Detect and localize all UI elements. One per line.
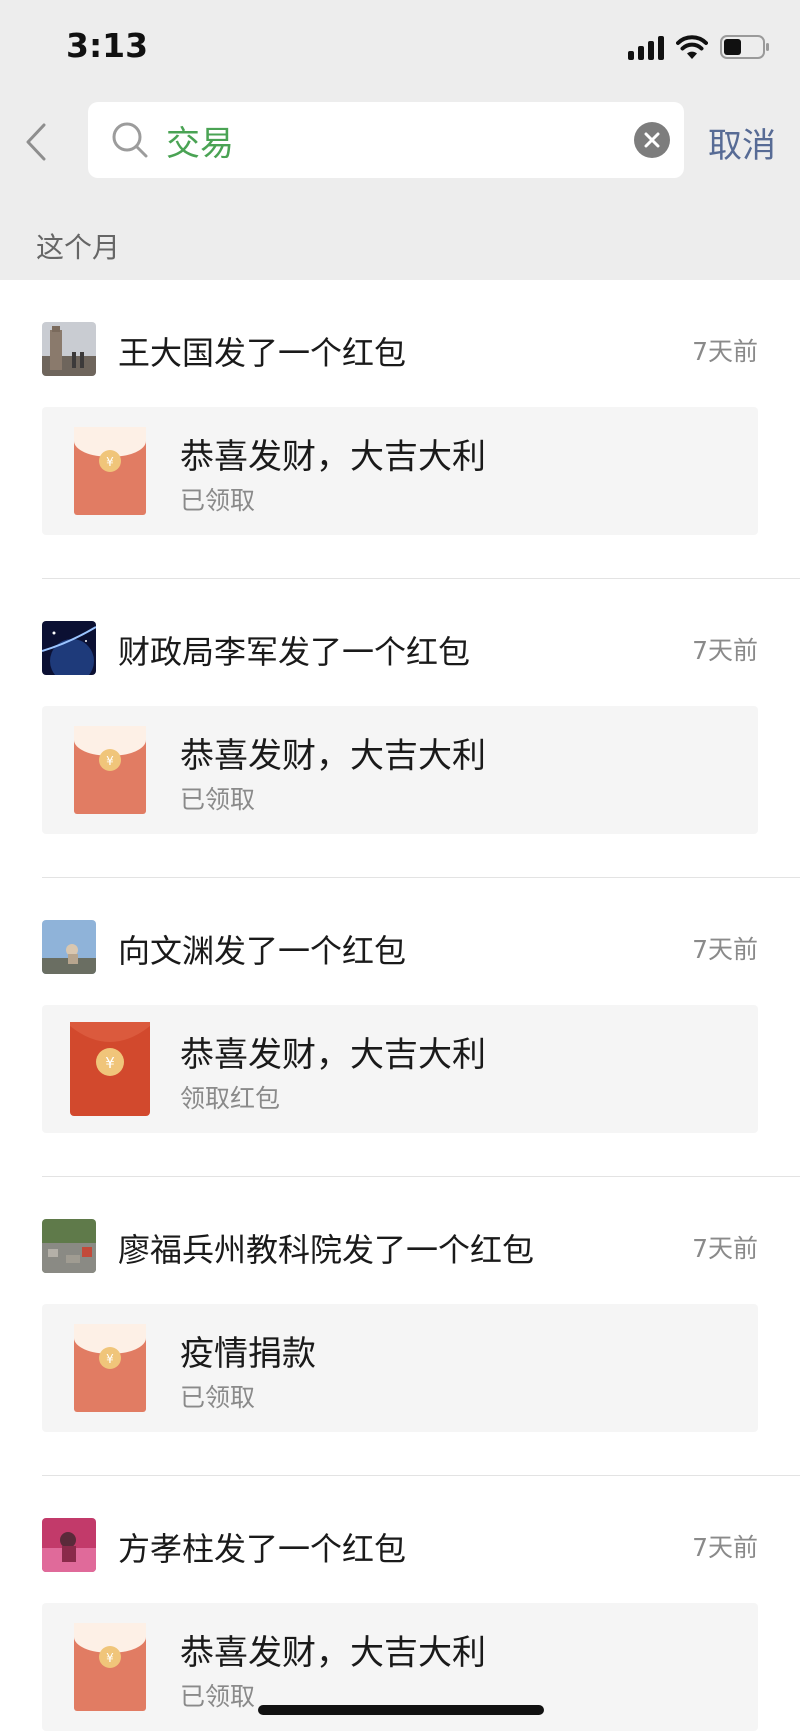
item-header: 向文渊发了一个红包 7天前 <box>42 920 758 974</box>
search-box[interactable] <box>88 102 684 178</box>
timestamp: 7天前 <box>692 1234 758 1263</box>
item-header: 方孝柱发了一个红包 7天前 <box>42 1518 758 1572</box>
item-header: 廖福兵州教科院发了一个红包 7天前 <box>42 1219 758 1273</box>
search-icon <box>110 120 150 164</box>
clear-button[interactable] <box>634 122 670 158</box>
card-title: 恭喜发财，大吉大利 <box>180 736 486 776</box>
svg-text:¥: ¥ <box>105 1054 115 1072</box>
signal-icon <box>628 34 664 60</box>
red-packet-opened-icon: ¥ <box>74 427 146 515</box>
section-label: 这个月 <box>36 231 121 264</box>
red-packet-opened-icon: ¥ <box>74 1623 146 1711</box>
sender-name: 方孝柱发了一个红包 <box>118 1530 407 1568</box>
card-status: 领取红包 <box>180 1084 281 1113</box>
card-status: 已领取 <box>180 486 256 515</box>
red-packet-card[interactable]: ¥ 恭喜发财，大吉大利 已领取 <box>42 706 758 834</box>
avatar[interactable] <box>42 920 96 974</box>
red-packet-opened-icon: ¥ <box>74 726 146 814</box>
list-item: 财政局李军发了一个红包 7天前 ¥ 恭喜发财，大吉大利 已领取 <box>0 579 800 878</box>
svg-text:¥: ¥ <box>106 1352 114 1366</box>
svg-text:¥: ¥ <box>106 1651 114 1665</box>
card-title: 疫情捐款 <box>180 1334 316 1374</box>
cancel-button[interactable]: 取消 <box>708 118 776 167</box>
sender-name: 廖福兵州教科院发了一个红包 <box>118 1231 535 1269</box>
status-bar: 3:13 <box>0 0 800 96</box>
timestamp: 7天前 <box>692 337 758 366</box>
sender-name: 向文渊发了一个红包 <box>118 932 407 970</box>
list-item: 王大国发了一个红包 7天前 ¥ 恭喜发财，大吉大利 已领取 <box>0 280 800 579</box>
search-bar: 取消 <box>0 100 800 180</box>
timestamp: 7天前 <box>692 935 758 964</box>
wifi-icon <box>676 34 708 60</box>
red-packet-card[interactable]: ¥ 疫情捐款 已领取 <box>42 1304 758 1432</box>
card-title: 恭喜发财，大吉大利 <box>180 437 486 477</box>
card-status: 已领取 <box>180 1383 256 1412</box>
list-item: 廖福兵州教科院发了一个红包 7天前 ¥ 疫情捐款 已领取 <box>0 1177 800 1476</box>
back-button[interactable] <box>18 120 54 164</box>
red-packet-card[interactable]: ¥ 恭喜发财，大吉大利 已领取 <box>42 407 758 535</box>
card-status: 已领取 <box>180 785 256 814</box>
red-packet-card[interactable]: ¥ 恭喜发财，大吉大利 领取红包 <box>42 1005 758 1133</box>
avatar[interactable] <box>42 621 96 675</box>
svg-text:¥: ¥ <box>106 754 114 768</box>
top-area: 3:13 交易 取消 这个月 <box>0 0 800 280</box>
avatar[interactable] <box>42 322 96 376</box>
sender-name: 王大国发了一个红包 <box>118 334 407 372</box>
search-input[interactable] <box>166 102 596 178</box>
red-packet-opened-icon: ¥ <box>74 1324 146 1412</box>
red-packet-icon: ¥ <box>70 1022 150 1116</box>
list-item: 向文渊发了一个红包 7天前 ¥ 恭喜发财，大吉大利 领取红包 <box>0 878 800 1177</box>
home-indicator[interactable] <box>258 1705 544 1715</box>
results-list: 王大国发了一个红包 7天前 ¥ 恭喜发财，大吉大利 已领取 财政局李军发了一个红… <box>0 280 800 1733</box>
card-status: 已领取 <box>180 1682 256 1711</box>
timestamp: 7天前 <box>692 1533 758 1562</box>
screen: 3:13 交易 取消 这个月 王大国发了一个红包 7天前 ¥ 恭喜发财，大吉大利… <box>0 0 800 1733</box>
battery-icon <box>720 34 770 60</box>
status-time: 3:13 <box>66 26 149 65</box>
avatar[interactable] <box>42 1219 96 1273</box>
timestamp: 7天前 <box>692 636 758 665</box>
card-title: 恭喜发财，大吉大利 <box>180 1035 486 1075</box>
card-title: 恭喜发财，大吉大利 <box>180 1633 486 1673</box>
sender-name: 财政局李军发了一个红包 <box>118 633 471 671</box>
item-header: 财政局李军发了一个红包 7天前 <box>42 621 758 675</box>
status-icons <box>628 34 770 60</box>
list-item: 方孝柱发了一个红包 7天前 ¥ 恭喜发财，大吉大利 已领取 <box>0 1476 800 1733</box>
avatar[interactable] <box>42 1518 96 1572</box>
chevron-left-icon <box>26 123 46 161</box>
svg-text:¥: ¥ <box>106 455 114 469</box>
item-header: 王大国发了一个红包 7天前 <box>42 322 758 376</box>
close-icon <box>644 132 660 148</box>
